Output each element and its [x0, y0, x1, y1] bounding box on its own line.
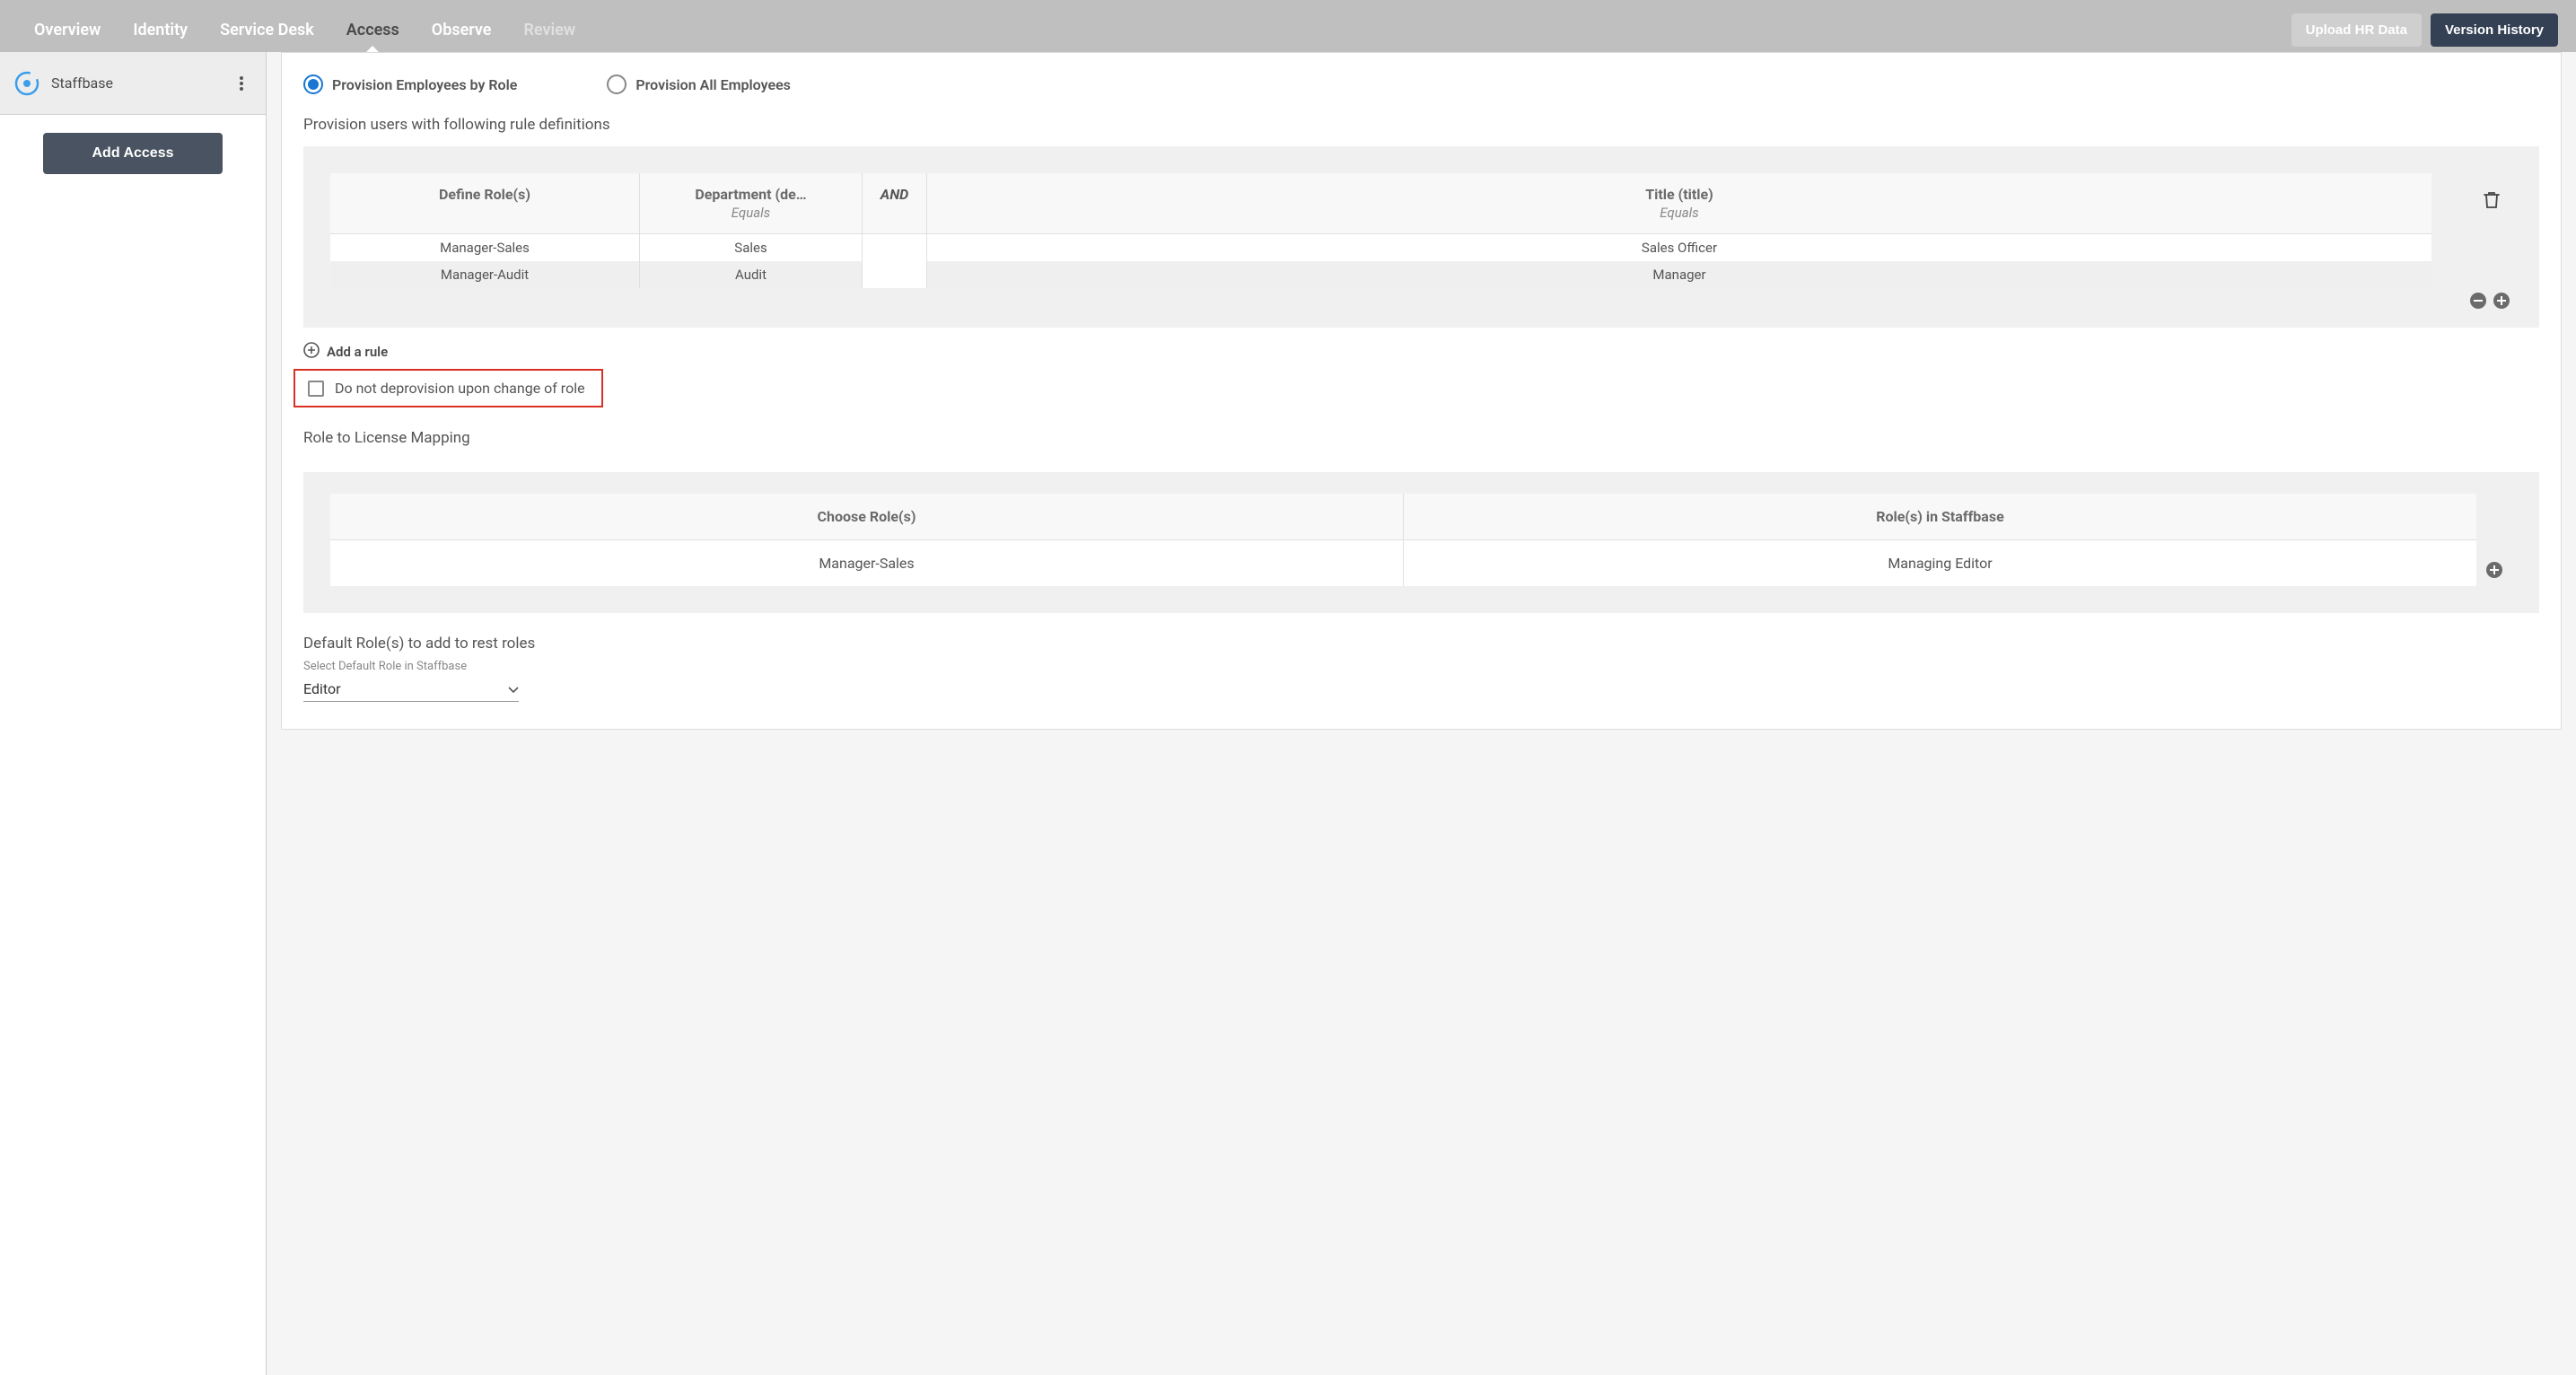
mapping-panel: Choose Role(s) Role(s) in Staffbase Mana…	[303, 472, 2539, 613]
remove-row-icon[interactable]	[2469, 292, 2487, 310]
radio-selected-icon	[303, 74, 323, 94]
default-roles-sublabel: Select Default Role in Staffbase	[303, 660, 2539, 673]
tab-identity[interactable]: Identity	[117, 7, 204, 52]
tab-observe[interactable]: Observe	[416, 7, 508, 52]
radio-label: Provision All Employees	[635, 76, 791, 93]
upload-hr-data-button[interactable]: Upload HR Data	[2291, 13, 2422, 47]
delete-icon[interactable]	[2484, 191, 2500, 209]
rules-table: Define Role(s) Department (de…Equals AND…	[330, 173, 2431, 288]
default-roles-heading: Default Role(s) to add to rest roles	[303, 635, 2539, 652]
mapping-heading: Role to License Mapping	[282, 407, 2561, 460]
more-icon[interactable]	[231, 73, 252, 94]
tab-access[interactable]: Access	[330, 7, 416, 52]
plus-circle-icon	[303, 342, 320, 362]
default-role-select[interactable]: Editor	[303, 677, 519, 702]
top-nav: Overview Identity Service Desk Access Ob…	[0, 7, 2576, 52]
staffbase-logo-icon	[13, 70, 40, 97]
table-row[interactable]: Manager-Sales Sales Sales Officer	[330, 234, 2431, 261]
add-mapping-icon[interactable]	[2485, 561, 2503, 579]
checkbox-label: Do not deprovision upon change of role	[335, 380, 585, 397]
add-rule-button[interactable]: Add a rule	[282, 328, 2561, 369]
radio-provision-by-role[interactable]: Provision Employees by Role	[303, 74, 517, 94]
do-not-deprovision-checkbox[interactable]: Do not deprovision upon change of role	[294, 369, 603, 407]
select-value: Editor	[303, 680, 499, 697]
version-history-button[interactable]: Version History	[2431, 13, 2558, 47]
add-access-button[interactable]: Add Access	[43, 133, 223, 174]
sidebar-item-staffbase[interactable]: Staffbase	[0, 52, 266, 115]
radio-unselected-icon	[607, 74, 626, 94]
table-row[interactable]: Manager-Sales Managing Editor	[330, 540, 2476, 586]
chevron-down-icon	[508, 680, 519, 697]
mapping-table: Choose Role(s) Role(s) in Staffbase Mana…	[330, 494, 2476, 586]
table-header-row: Define Role(s) Department (de…Equals AND…	[330, 173, 2431, 234]
radio-provision-all[interactable]: Provision All Employees	[607, 74, 791, 94]
tab-servicedesk[interactable]: Service Desk	[204, 7, 330, 52]
rules-panel: Define Role(s) Department (de…Equals AND…	[303, 146, 2539, 328]
add-row-icon[interactable]	[2493, 292, 2510, 310]
radio-label: Provision Employees by Role	[332, 76, 517, 93]
sidebar: Staffbase Add Access	[0, 52, 267, 1375]
add-rule-label: Add a rule	[327, 344, 388, 360]
table-header-row: Choose Role(s) Role(s) in Staffbase	[330, 494, 2476, 540]
tab-review[interactable]: Review	[507, 7, 591, 52]
sidebar-item-label: Staffbase	[51, 74, 231, 92]
tab-overview[interactable]: Overview	[18, 7, 117, 52]
rules-heading: Provision users with following rule defi…	[282, 116, 2561, 146]
checkbox-unchecked-icon	[308, 381, 324, 397]
table-row[interactable]: Manager-Audit Audit Manager	[330, 261, 2431, 288]
